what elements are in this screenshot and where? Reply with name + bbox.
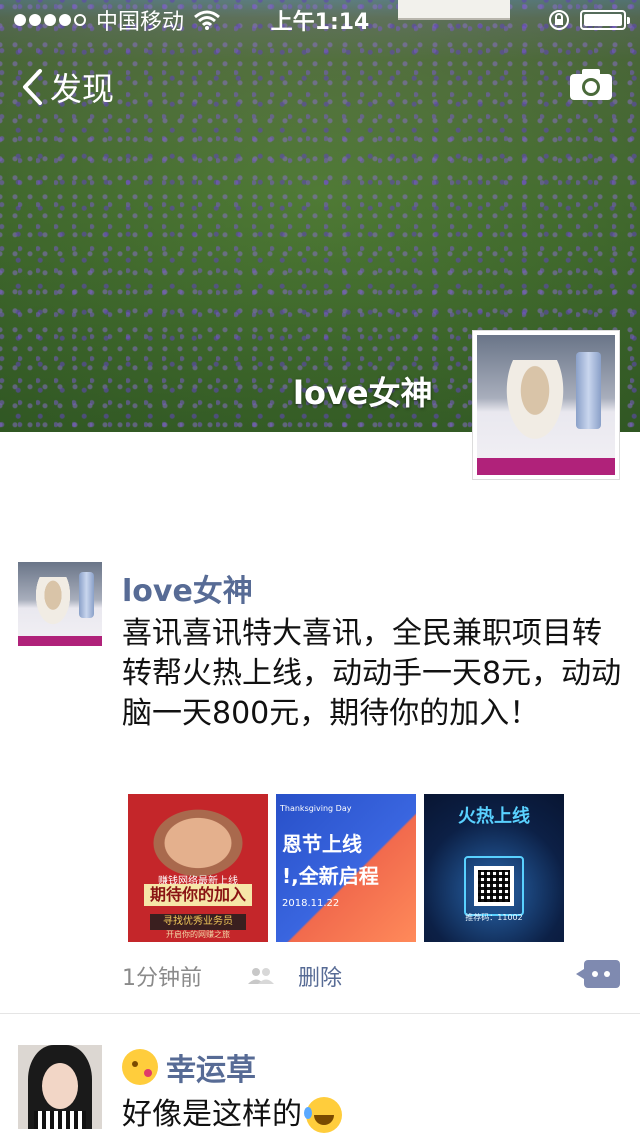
divider: [0, 1013, 640, 1014]
post-author[interactable]: love女神: [122, 566, 253, 610]
chevron-left-icon: [23, 69, 42, 105]
signal-strength-icon: [14, 14, 86, 26]
status-time: 上午1:14: [270, 10, 370, 35]
carrier-label: 中国移动: [96, 10, 185, 35]
cat-avatar-image: [18, 562, 102, 646]
delete-button[interactable]: 删除: [298, 960, 342, 992]
profile-avatar[interactable]: [472, 330, 620, 480]
post-text: 好像是这样的: [122, 1097, 302, 1132]
kiss-emoji-icon: [122, 1049, 158, 1085]
laughing-emoji-icon: [304, 1097, 342, 1133]
rotation-lock-icon: [549, 10, 569, 30]
people-icon: [248, 968, 274, 984]
post-text-row: 好像是这样的: [122, 1095, 622, 1135]
wifi-icon: [194, 10, 220, 30]
post-avatar[interactable]: [18, 1045, 102, 1129]
more-dots-icon: [592, 971, 610, 977]
pointing-hand-graphic: [146, 804, 250, 882]
post-photo[interactable]: 赚钱网络最新上线 期待你的加入 寻找优秀业务员 开启你的网赚之旅: [128, 794, 268, 942]
girl-avatar-image: [18, 1045, 102, 1129]
post-meta: 1分钟前 删除: [122, 958, 622, 994]
nav-bar: 发现: [0, 56, 640, 112]
post-photo[interactable]: Thanksgiving Day 恩节上线 !,全新启程 2018.11.22: [276, 794, 416, 942]
battery-icon: [580, 10, 630, 30]
post-text: 喜讯喜讯特大喜讯，全民兼职项目转转帮火热上线，动动手一天8元，动动脑一天800元…: [122, 616, 622, 731]
post-time: 1分钟前: [122, 966, 202, 991]
back-label: 发现: [50, 70, 115, 108]
post-photo[interactable]: 火热上线 推荐码：11002: [424, 794, 564, 942]
post-photos: 赚钱网络最新上线 期待你的加入 寻找优秀业务员 开启你的网赚之旅 Thanksg…: [128, 794, 564, 942]
back-button[interactable]: 发现: [20, 64, 114, 110]
cat-avatar-image: [477, 335, 615, 475]
profile-name: love女神: [293, 374, 433, 412]
camera-icon[interactable]: [568, 66, 614, 102]
qr-code: [474, 866, 514, 906]
comment-button[interactable]: [576, 960, 620, 988]
post-author: 幸运草: [166, 1053, 256, 1088]
post-author-row[interactable]: 幸运草: [122, 1045, 256, 1089]
post-avatar[interactable]: [18, 562, 102, 646]
status-bar: 中国移动 上午1:14: [0, 0, 640, 40]
